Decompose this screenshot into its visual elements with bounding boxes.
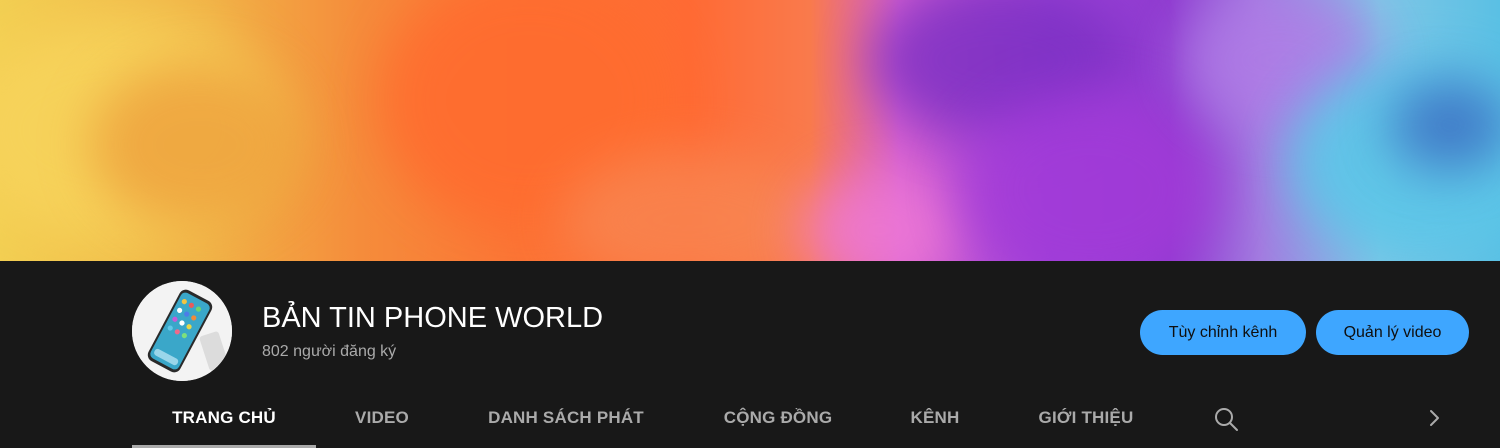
search-icon[interactable] bbox=[1212, 405, 1240, 433]
tab-about-label: GIỚI THIỆU bbox=[1038, 408, 1134, 427]
tab-channels[interactable]: KÊNH bbox=[892, 387, 978, 448]
tab-about[interactable]: GIỚI THIỆU bbox=[1024, 387, 1148, 448]
tab-community[interactable]: CỘNG ĐỒNG bbox=[710, 387, 846, 448]
tab-channels-label: KÊNH bbox=[910, 408, 960, 427]
customize-channel-button[interactable]: Tùy chỉnh kênh bbox=[1140, 310, 1306, 355]
channel-tabs: TRANG CHỦ VIDEO DANH SÁCH PHÁT CỘNG ĐỒNG… bbox=[0, 387, 1500, 448]
tab-playlists-label: DANH SÁCH PHÁT bbox=[488, 408, 644, 427]
tab-home-label: TRANG CHỦ bbox=[172, 408, 276, 427]
channel-header: BẢN TIN PHONE WORLD 802 người đăng ký Tù… bbox=[0, 261, 1500, 448]
chevron-right-icon[interactable] bbox=[1422, 405, 1446, 431]
tab-playlists[interactable]: DANH SÁCH PHÁT bbox=[470, 387, 662, 448]
tab-home[interactable]: TRANG CHỦ bbox=[132, 387, 316, 448]
manage-videos-button[interactable]: Quản lý video bbox=[1316, 310, 1469, 355]
tab-videos-label: VIDEO bbox=[355, 408, 409, 427]
subscriber-count: 802 người đăng ký bbox=[262, 343, 397, 360]
channel-avatar[interactable] bbox=[132, 281, 232, 381]
channel-banner bbox=[0, 0, 1500, 261]
tab-community-label: CỘNG ĐỒNG bbox=[723, 408, 833, 427]
phone-icon bbox=[132, 281, 232, 381]
channel-title: BẢN TIN PHONE WORLD bbox=[262, 302, 604, 334]
tab-videos[interactable]: VIDEO bbox=[332, 387, 432, 448]
